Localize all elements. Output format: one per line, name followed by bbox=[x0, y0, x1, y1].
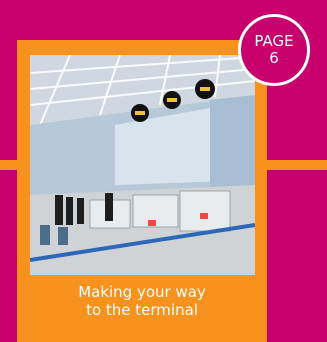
page-badge-number: 6 bbox=[269, 49, 279, 67]
terminal-photo-illustration bbox=[30, 55, 255, 275]
caption: Making your way to the terminal bbox=[17, 283, 267, 319]
page-badge-label: PAGE bbox=[254, 32, 294, 50]
caption-line-1: Making your way bbox=[78, 283, 206, 301]
page-badge: PAGE 6 bbox=[238, 14, 310, 86]
terminal-photo bbox=[30, 55, 255, 275]
caption-line-2: to the terminal bbox=[86, 301, 198, 319]
content-card: Making your way to the terminal bbox=[17, 40, 267, 342]
